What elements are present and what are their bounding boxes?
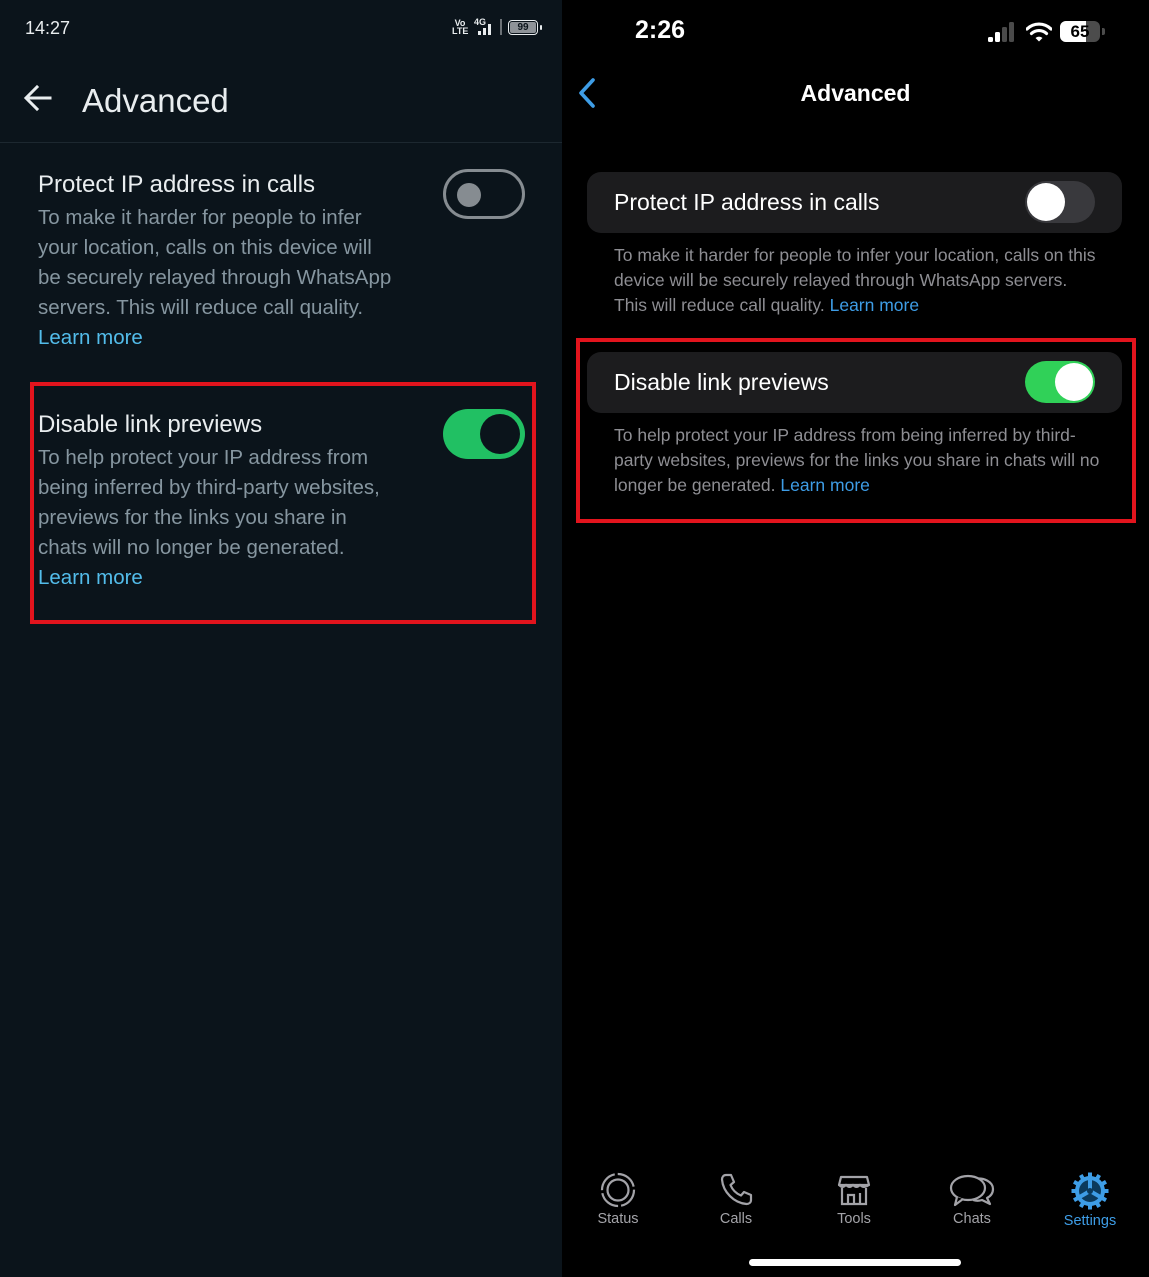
tab-calls[interactable]: Calls bbox=[681, 1165, 791, 1227]
storefront-icon bbox=[837, 1175, 871, 1206]
signal-bar bbox=[1002, 26, 1007, 42]
status-icon bbox=[600, 1172, 636, 1208]
battery-icon: 65 bbox=[1060, 21, 1100, 42]
learn-more-link[interactable]: Learn more bbox=[38, 326, 143, 349]
android-status-bar: 14:27 Vo LTE 4G 99 bbox=[0, 0, 562, 56]
setting-protect-ip: Protect IP address in calls bbox=[587, 172, 1122, 233]
wifi-icon bbox=[1026, 21, 1052, 41]
disable-link-previews-toggle[interactable] bbox=[1025, 361, 1095, 403]
tab-settings[interactable]: Settings bbox=[1035, 1165, 1145, 1229]
cellular-signal-icon bbox=[988, 21, 1018, 42]
battery-level: 65 bbox=[1070, 21, 1090, 41]
setting-disable-link-previews: Disable link previews bbox=[587, 352, 1122, 413]
phone-icon bbox=[720, 1173, 753, 1206]
status-icons: Vo LTE 4G 99 bbox=[452, 17, 542, 36]
setting-description-text: To help protect your IP address from bei… bbox=[38, 446, 380, 559]
signal-bar bbox=[988, 36, 993, 42]
android-screen: 14:27 Vo LTE 4G 99 Advanced Protect IP a… bbox=[0, 0, 562, 1277]
arrow-left-icon bbox=[23, 84, 52, 112]
setting-description: To make it harder for people to infer yo… bbox=[614, 243, 1104, 318]
learn-more-link[interactable]: Learn more bbox=[780, 475, 870, 495]
tab-label: Chats bbox=[953, 1211, 991, 1227]
tab-status[interactable]: Status bbox=[563, 1165, 673, 1227]
status-time: 2:26 bbox=[635, 16, 686, 44]
protect-ip-toggle[interactable] bbox=[1025, 181, 1095, 223]
tab-label: Status bbox=[597, 1211, 639, 1227]
tab-bar: Status Calls Tools Chats Settings bbox=[562, 1165, 1149, 1235]
tab-tools[interactable]: Tools bbox=[799, 1165, 909, 1227]
setting-description: To help protect your IP address from bei… bbox=[614, 423, 1104, 498]
ios-screen: 2:26 65 Advanced Protect IP address in c… bbox=[562, 0, 1149, 1277]
gear-icon bbox=[1071, 1172, 1109, 1210]
protect-ip-toggle[interactable] bbox=[443, 169, 525, 219]
tab-label: Tools bbox=[837, 1211, 871, 1227]
volte-icon: Vo LTE bbox=[452, 18, 469, 36]
setting-title: Protect IP address in calls bbox=[614, 189, 880, 215]
tab-chats[interactable]: Chats bbox=[917, 1165, 1027, 1227]
page-title: Advanced bbox=[82, 82, 229, 119]
signal-bar bbox=[1009, 21, 1014, 42]
setting-description-text: To make it harder for people to infer yo… bbox=[38, 206, 392, 319]
setting-title: Disable link previews bbox=[614, 369, 829, 395]
signal-bar bbox=[995, 31, 1000, 42]
status-time: 14:27 bbox=[25, 18, 71, 38]
cellular-signal-icon: 4G bbox=[474, 17, 494, 36]
setting-description: To help protect your IP address from bei… bbox=[38, 443, 398, 593]
app-bar: Advanced bbox=[0, 60, 562, 143]
tab-label: Settings bbox=[1063, 1213, 1117, 1229]
battery-icon: 99 bbox=[508, 19, 542, 35]
status-icons: 65 bbox=[988, 21, 1105, 42]
tab-label: Calls bbox=[719, 1211, 753, 1227]
back-button[interactable] bbox=[22, 82, 54, 114]
home-indicator[interactable] bbox=[749, 1259, 961, 1266]
page-title: Advanced bbox=[800, 80, 911, 106]
learn-more-link[interactable]: Learn more bbox=[38, 566, 143, 589]
learn-more-link[interactable]: Learn more bbox=[830, 295, 920, 315]
setting-description: To make it harder for people to infer yo… bbox=[38, 203, 398, 353]
chat-bubbles-icon bbox=[949, 1174, 995, 1207]
disable-link-previews-toggle[interactable] bbox=[443, 409, 525, 459]
network-type-label: 4G bbox=[474, 17, 487, 27]
signal-separator bbox=[500, 19, 502, 35]
battery-level: 99 bbox=[517, 21, 529, 33]
